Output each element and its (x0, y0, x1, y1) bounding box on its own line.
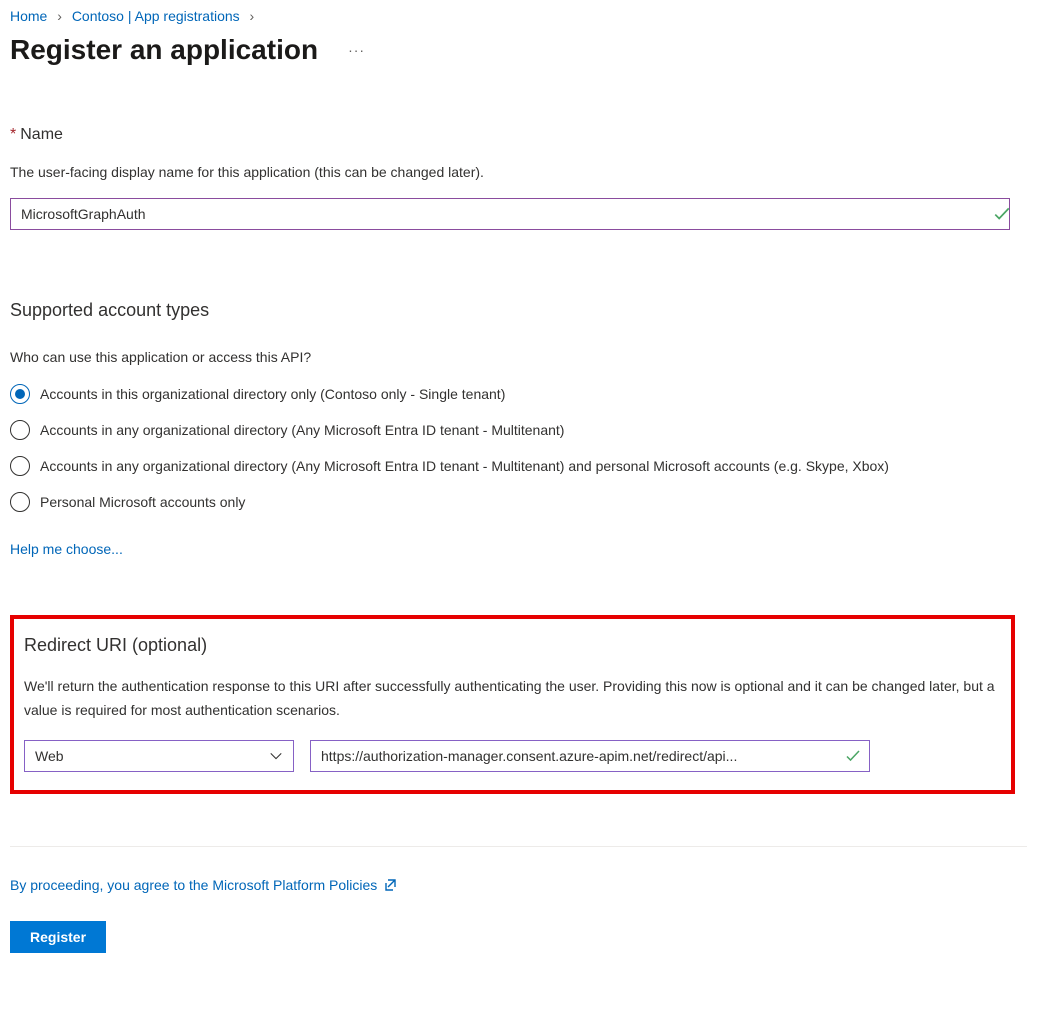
account-types-radio-group: Accounts in this organizational director… (10, 383, 1027, 513)
account-types-heading: Supported account types (10, 300, 1027, 321)
required-icon: * (10, 126, 16, 143)
radio-icon (10, 384, 30, 404)
radio-label: Personal Microsoft accounts only (40, 491, 245, 513)
radio-icon (10, 492, 30, 512)
redirect-platform-value: Web (35, 748, 64, 764)
more-icon[interactable]: ··· (348, 42, 365, 58)
radio-label: Accounts in this organizational director… (40, 383, 505, 405)
breadcrumb-home[interactable]: Home (10, 8, 47, 24)
chevron-right-icon: › (250, 8, 255, 24)
divider (10, 846, 1027, 847)
register-button[interactable]: Register (10, 921, 106, 953)
redirect-uri-section: Redirect URI (optional) We'll return the… (10, 615, 1015, 794)
external-link-icon (383, 877, 399, 893)
check-icon (845, 748, 861, 764)
name-hint: The user-facing display name for this ap… (10, 164, 1027, 180)
account-type-option-personal[interactable]: Personal Microsoft accounts only (10, 491, 1027, 513)
redirect-uri-description: We'll return the authentication response… (24, 674, 1001, 722)
account-types-question: Who can use this application or access t… (10, 349, 1027, 365)
redirect-platform-select[interactable]: Web (24, 740, 294, 772)
radio-icon (10, 456, 30, 476)
radio-icon (10, 420, 30, 440)
account-type-option-multitenant-personal[interactable]: Accounts in any organizational directory… (10, 455, 1027, 477)
redirect-uri-heading: Redirect URI (optional) (24, 635, 1001, 656)
page-title: Register an application (10, 34, 318, 66)
chevron-down-icon (269, 749, 283, 763)
name-input[interactable] (10, 198, 1010, 230)
help-me-choose-link[interactable]: Help me choose... (10, 541, 123, 557)
redirect-uri-input[interactable]: https://authorization-manager.consent.az… (310, 740, 870, 772)
breadcrumb-app-registrations[interactable]: Contoso | App registrations (72, 8, 240, 24)
chevron-right-icon: › (57, 8, 62, 24)
account-type-option-multitenant[interactable]: Accounts in any organizational directory… (10, 419, 1027, 441)
name-label: *Name (10, 126, 63, 143)
breadcrumb: Home › Contoso | App registrations › (10, 8, 1027, 24)
radio-label: Accounts in any organizational directory… (40, 455, 889, 477)
radio-label: Accounts in any organizational directory… (40, 419, 564, 441)
redirect-uri-value: https://authorization-manager.consent.az… (321, 748, 839, 764)
account-type-option-single-tenant[interactable]: Accounts in this organizational director… (10, 383, 1027, 405)
platform-policies-link[interactable]: By proceeding, you agree to the Microsof… (10, 877, 377, 893)
